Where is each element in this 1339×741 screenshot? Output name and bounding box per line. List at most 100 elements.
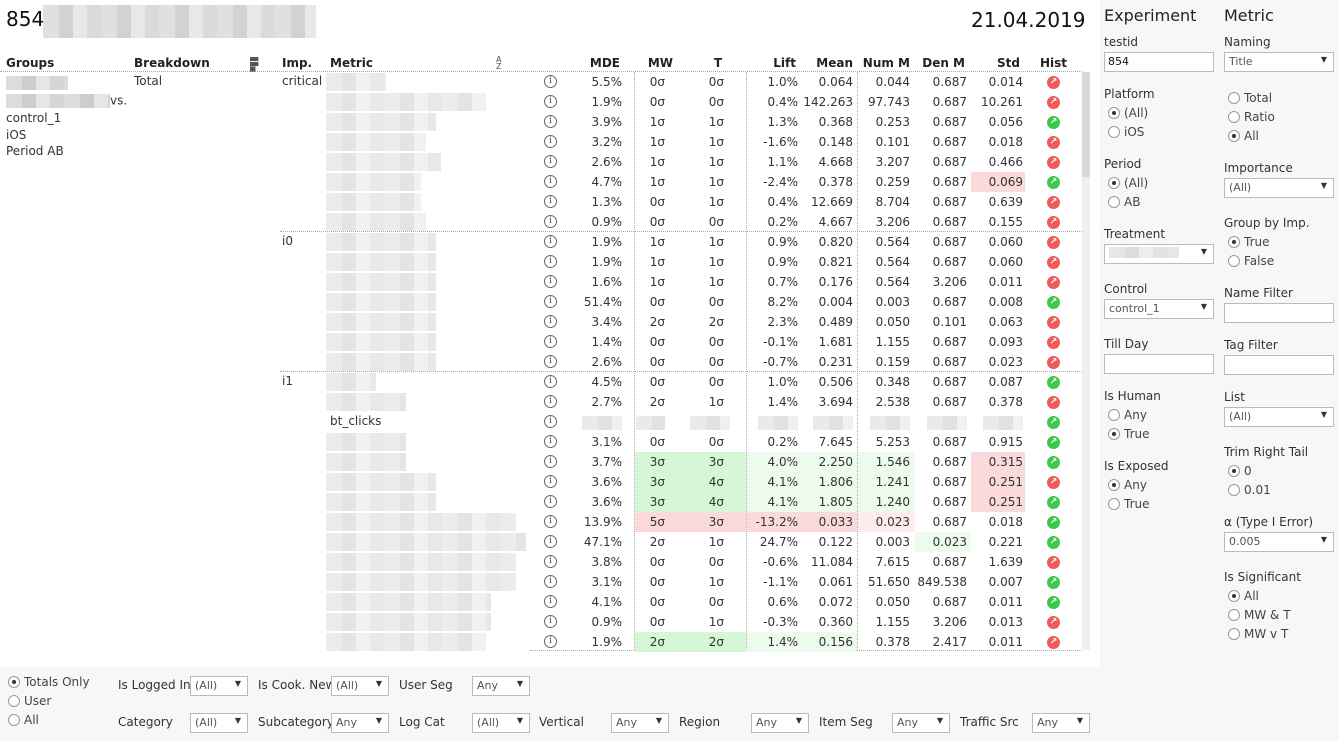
group-by-imp-radio-false[interactable]: False [1228,254,1274,268]
platform-radio-ios[interactable]: iOS [1108,125,1144,139]
is-human-radio-any[interactable]: Any [1108,408,1147,422]
metric-name-redacted[interactable] [326,533,526,551]
info-icon[interactable]: i [544,375,557,388]
info-icon[interactable]: i [544,255,557,268]
metric-name-redacted[interactable] [326,213,426,231]
is-human-radio-true[interactable]: True [1108,427,1150,441]
is-sig-radio-mw-or-t[interactable]: MW v T [1228,627,1288,641]
till-day-input[interactable] [1104,354,1214,374]
hist-red-icon[interactable]: ↗ [1047,556,1060,569]
table-row[interactable]: i 3.9% 1σ 1σ 1.3% 0.368 0.253 0.687 0.056 ↗ [540,112,1070,132]
table-row[interactable]: i 3.7% 3σ 3σ 4.0% 2.250 1.546 0.687 0.315 ↗ [540,452,1070,472]
metric-name-redacted[interactable] [326,253,436,271]
metric-name-redacted[interactable] [326,453,406,471]
info-icon[interactable]: i [544,75,557,88]
metric-name-redacted[interactable] [326,233,436,251]
col-header-breakdown[interactable]: Breakdown [134,56,210,70]
metric-name-redacted[interactable] [326,193,421,211]
table-row[interactable]: i 2.7% 2σ 1σ 1.4% 3.694 2.538 0.687 0.378 ↗ [540,392,1070,412]
is-logged-in-select[interactable]: (All) ▼ [190,676,248,696]
col-header-den-m[interactable]: Den M [920,56,965,70]
info-icon[interactable]: i [544,175,557,188]
metric-name-redacted[interactable] [326,613,491,631]
hist-red-icon[interactable]: ↗ [1047,216,1060,229]
hist-red-icon[interactable]: ↗ [1047,136,1060,149]
hist-red-icon[interactable]: ↗ [1047,476,1060,489]
testid-input[interactable]: 854 [1104,52,1214,72]
sort-az-icon[interactable]: AZ [496,56,501,71]
traffic-src-select[interactable]: Any ▼ [1032,713,1090,733]
metric-name-redacted[interactable] [326,553,516,571]
scrollbar-thumb[interactable] [1082,72,1090,177]
metric-name-redacted[interactable] [326,573,516,591]
table-row[interactable]: i 4.7% 1σ 1σ -2.4% 0.378 0.259 0.687 0.069 ↗ [540,172,1070,192]
hist-red-icon[interactable]: ↗ [1047,256,1060,269]
info-icon[interactable]: i [544,295,557,308]
is-sig-radio-mw-and-t[interactable]: MW & T [1228,608,1291,622]
col-header-mean[interactable]: Mean [810,56,853,70]
hist-red-icon[interactable]: ↗ [1047,636,1060,649]
scope-radio-all[interactable]: All [8,713,39,727]
table-row[interactable]: i 1.4% 0σ 0σ -0.1% 1.681 1.155 0.687 0.093 ↗ [540,332,1070,352]
table-row[interactable]: i 47.1% 2σ 1σ 24.7% 0.122 0.003 0.023 0.221 ↗ [540,532,1070,552]
log-cat-select[interactable]: (All) ▼ [472,713,530,733]
hist-red-icon[interactable]: ↗ [1047,196,1060,209]
info-icon[interactable]: i [544,395,557,408]
info-icon[interactable]: i [544,555,557,568]
table-row[interactable]: i 3.2% 1σ 1σ -1.6% 0.148 0.101 0.687 0.018 ↗ [540,132,1070,152]
hist-green-icon[interactable]: ↗ [1047,516,1060,529]
trim-radio-001[interactable]: 0.01 [1228,483,1271,497]
hist-red-icon[interactable]: ↗ [1047,336,1060,349]
metric-name-redacted[interactable] [326,493,436,511]
hist-green-icon[interactable]: ↗ [1047,436,1060,449]
category-select[interactable]: (All) ▼ [190,713,248,733]
hist-red-icon[interactable]: ↗ [1047,616,1060,629]
info-icon[interactable]: i [544,635,557,648]
user-seg-select[interactable]: Any ▼ [472,676,530,696]
trim-radio-0[interactable]: 0 [1228,464,1252,478]
col-header-hist[interactable]: Hist [1040,56,1067,70]
table-row[interactable]: i 4.5% 0σ 0σ 1.0% 0.506 0.348 0.687 0.087 ↗ [540,372,1070,392]
scope-radio-user[interactable]: User [8,694,51,708]
table-row[interactable]: i 2.6% 1σ 1σ 1.1% 4.668 3.207 0.687 0.466 ↗ [540,152,1070,172]
table-row[interactable]: i 0.9% 0σ 1σ -0.3% 0.360 1.155 3.206 0.013 ↗ [540,612,1070,632]
platform-radio-all[interactable]: (All) [1108,106,1148,120]
metric-name-redacted[interactable] [326,273,436,291]
list-select[interactable]: (All) ▼ [1224,407,1334,427]
table-row[interactable]: i ↗ [540,412,1070,432]
table-row[interactable]: i 3.1% 0σ 1σ -1.1% 0.061 51.650 849.538 0.007 ↗ [540,572,1070,592]
col-header-mw[interactable]: MW [640,56,673,70]
table-row[interactable]: i 13.9% 5σ 3σ -13.2% 0.033 0.023 0.687 0.018 ↗ [540,512,1070,532]
col-header-std[interactable]: Std [980,56,1020,70]
period-radio-ab[interactable]: AB [1108,195,1140,209]
is-exposed-radio-true[interactable]: True [1108,497,1150,511]
hist-green-icon[interactable]: ↗ [1047,456,1060,469]
hist-red-icon[interactable]: ↗ [1047,76,1060,89]
table-row[interactable]: i 1.6% 1σ 1σ 0.7% 0.176 0.564 3.206 0.011 ↗ [540,272,1070,292]
info-icon[interactable]: i [544,515,557,528]
info-icon[interactable]: i [544,155,557,168]
col-header-mde[interactable]: MDE [580,56,620,70]
hist-green-icon[interactable]: ↗ [1047,596,1060,609]
table-row[interactable]: i 1.9% 1σ 1σ 0.9% 0.821 0.564 0.687 0.060 ↗ [540,252,1070,272]
type-radio-all[interactable]: All [1228,129,1259,143]
metric-name-redacted[interactable] [326,513,516,531]
info-icon[interactable]: i [544,415,557,428]
metric-name-redacted[interactable] [326,353,436,371]
hist-red-icon[interactable]: ↗ [1047,156,1060,169]
hist-green-icon[interactable]: ↗ [1047,576,1060,589]
metric-name-redacted[interactable] [326,73,386,91]
metric-name-redacted[interactable] [326,93,486,111]
info-icon[interactable]: i [544,495,557,508]
table-row[interactable]: i 3.6% 3σ 4σ 4.1% 1.805 1.240 0.687 0.251 ↗ [540,492,1070,512]
info-icon[interactable]: i [544,535,557,548]
info-icon[interactable]: i [544,435,557,448]
metric-name-redacted[interactable] [326,153,441,171]
hist-green-icon[interactable]: ↗ [1047,416,1060,429]
metric-name-redacted[interactable] [326,593,491,611]
info-icon[interactable]: i [544,475,557,488]
is-exposed-radio-any[interactable]: Any [1108,478,1147,492]
item-seg-select[interactable]: Any ▼ [892,713,950,733]
metric-name-redacted[interactable] [326,133,426,151]
table-row[interactable]: i 51.4% 0σ 0σ 8.2% 0.004 0.003 0.687 0.008 ↗ [540,292,1070,312]
